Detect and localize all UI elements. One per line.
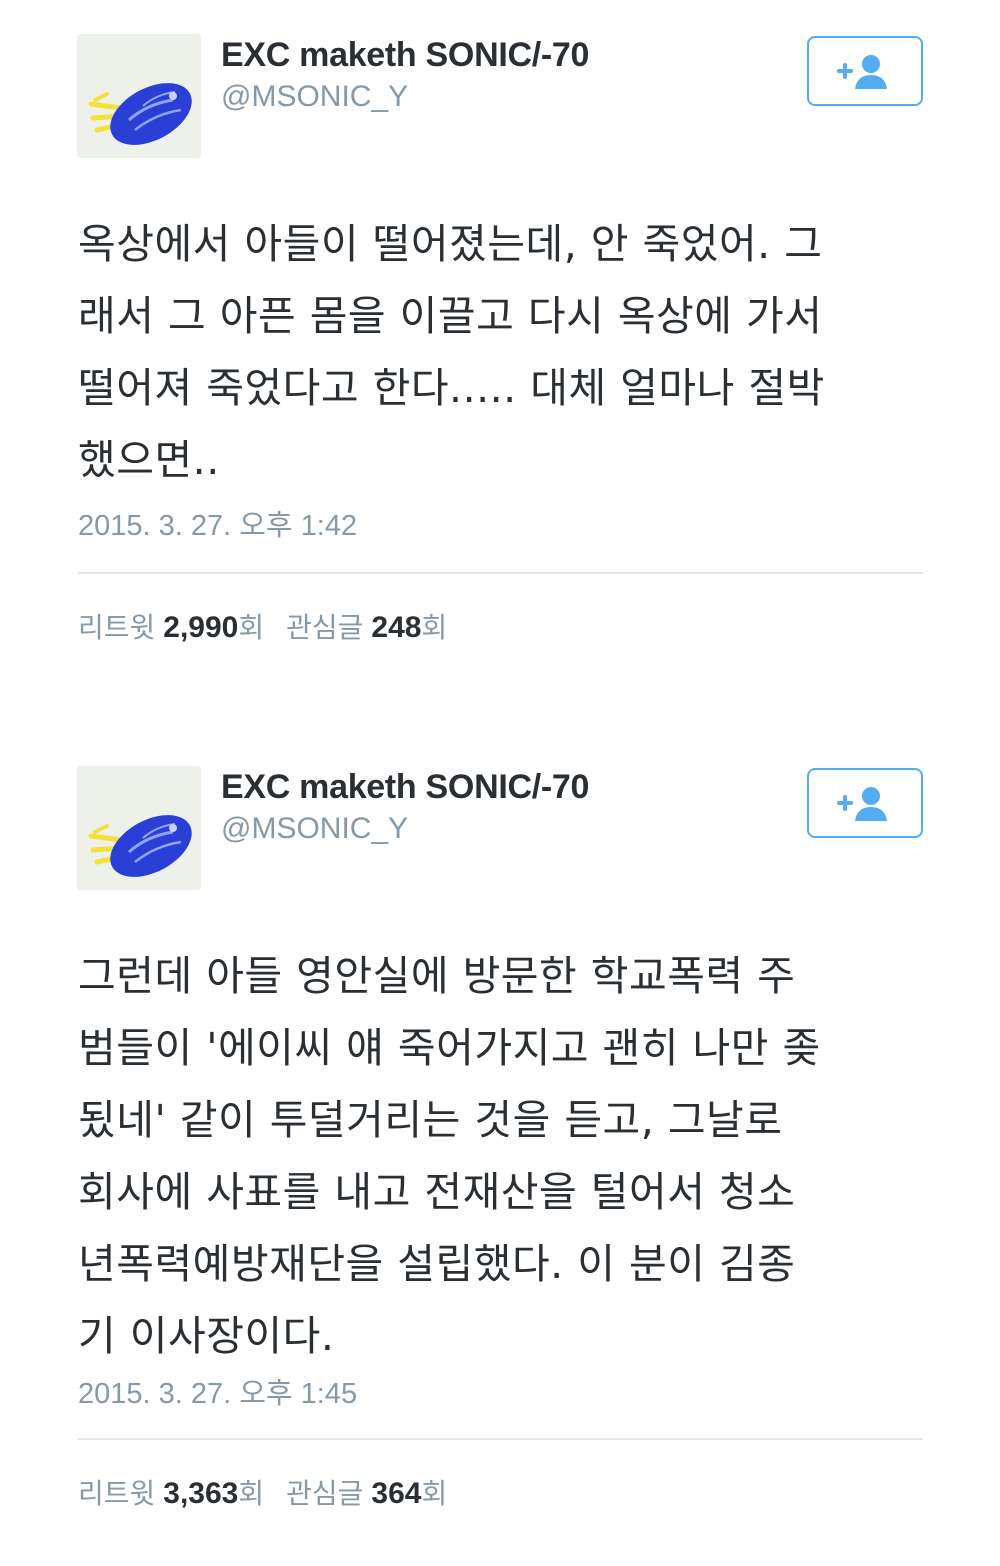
user-handle[interactable]: @MSONIC_Y xyxy=(221,812,408,846)
retweet-label: 리트윗 xyxy=(78,612,156,643)
retweet-unit: 회 xyxy=(238,612,265,643)
user-handle[interactable]: @MSONIC_Y xyxy=(221,80,408,114)
like-label: 관심글 xyxy=(286,1478,364,1509)
like-stat[interactable]: 관심글 248 회 xyxy=(286,606,447,646)
sonic-avatar-icon xyxy=(77,766,201,890)
like-stat[interactable]: 관심글 364 회 xyxy=(286,1472,447,1512)
retweet-label: 리트윗 xyxy=(78,1478,156,1509)
tweet-stats: 리트윗 2,990 회 관심글 248 회 xyxy=(78,606,469,646)
tweet-stats: 리트윗 3,363 회 관심글 364 회 xyxy=(78,1472,469,1512)
retweet-stat[interactable]: 리트윗 3,363 회 xyxy=(78,1472,264,1512)
avatar[interactable] xyxy=(77,766,201,890)
follow-add-user-icon xyxy=(837,787,887,821)
follow-add-user-icon xyxy=(837,55,887,89)
divider xyxy=(78,1438,923,1440)
retweet-count: 2,990 xyxy=(163,611,239,644)
like-label: 관심글 xyxy=(286,612,364,643)
avatar[interactable] xyxy=(77,34,201,158)
divider xyxy=(78,572,923,574)
follow-button[interactable] xyxy=(807,768,923,838)
like-unit: 회 xyxy=(421,612,448,643)
tweet-text: 그런데 아들 영안실에 방문한 학교폭력 주 범들이 '에이씨 얘 죽어가지고 … xyxy=(78,952,821,1360)
follow-button[interactable] xyxy=(807,36,923,106)
sonic-avatar-icon xyxy=(77,34,201,158)
like-count: 248 xyxy=(371,611,422,644)
tweet-timestamp[interactable]: 2015. 3. 27. 오후 1:42 xyxy=(78,502,357,544)
retweet-count: 3,363 xyxy=(163,1477,239,1510)
like-unit: 회 xyxy=(421,1478,448,1509)
display-name[interactable]: EXC maketh SONIC/-70 xyxy=(221,768,589,807)
like-count: 364 xyxy=(371,1477,422,1510)
display-name[interactable]: EXC maketh SONIC/-70 xyxy=(221,36,589,75)
tweet-timestamp[interactable]: 2015. 3. 27. 오후 1:45 xyxy=(78,1370,357,1412)
retweet-unit: 회 xyxy=(238,1478,265,1509)
tweet-text: 옥상에서 아들이 떨어졌는데, 안 죽었어. 그 래서 그 아픈 몸을 이끌고 … xyxy=(78,220,825,484)
retweet-stat[interactable]: 리트윗 2,990 회 xyxy=(78,606,264,646)
